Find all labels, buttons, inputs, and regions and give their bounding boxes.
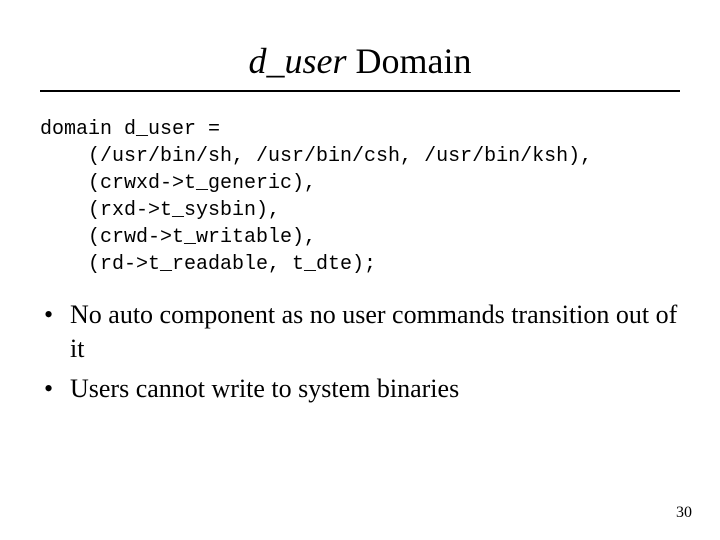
domain-code-block: domain d_user = (/usr/bin/sh, /usr/bin/c… — [40, 116, 680, 278]
list-item: Users cannot write to system binaries — [44, 372, 680, 406]
bullet-list: No auto component as no user commands tr… — [44, 298, 680, 405]
title-italic: d_user — [249, 41, 347, 81]
code-line-4: (rxd->t_sysbin), — [40, 199, 280, 222]
code-line-3: (crwxd->t_generic), — [40, 172, 316, 195]
code-line-5: (crwd->t_writable), — [40, 226, 316, 249]
slide-title: d_user Domain — [40, 40, 680, 82]
code-line-6: (rd->t_readable, t_dte); — [40, 253, 376, 276]
code-line-2: (/usr/bin/sh, /usr/bin/csh, /usr/bin/ksh… — [40, 145, 592, 168]
title-rest: Domain — [347, 41, 472, 81]
list-item: No auto component as no user commands tr… — [44, 298, 680, 366]
title-underline — [40, 90, 680, 92]
code-line-1: domain d_user = — [40, 118, 220, 141]
page-number: 30 — [676, 504, 692, 522]
